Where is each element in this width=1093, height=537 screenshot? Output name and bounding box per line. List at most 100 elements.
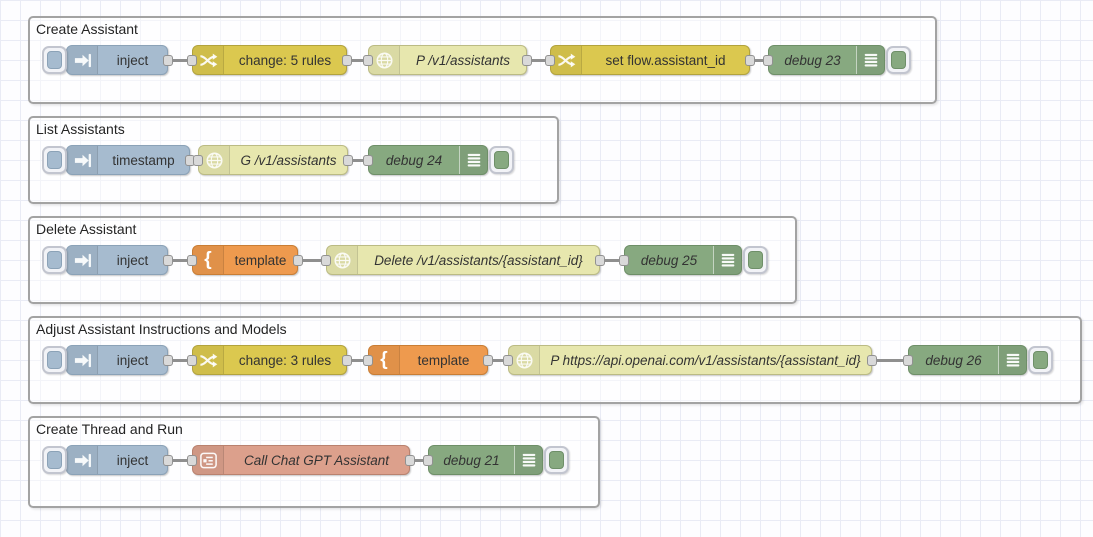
output-port[interactable]: [483, 354, 493, 366]
debug-toggle-button[interactable]: [544, 446, 569, 474]
node-inject[interactable]: inject: [66, 345, 168, 375]
output-port[interactable]: [342, 354, 352, 366]
output-port[interactable]: [522, 54, 532, 66]
debug-toggle-inner: [748, 251, 763, 269]
debug-toggle-inner: [494, 151, 509, 169]
input-port[interactable]: [503, 354, 513, 366]
input-port[interactable]: [903, 354, 913, 366]
node-inject[interactable]: inject: [66, 45, 168, 75]
node-debug[interactable]: debug 23: [768, 45, 885, 75]
node-debug[interactable]: debug 26: [908, 345, 1027, 375]
output-port[interactable]: [163, 54, 173, 66]
node-label: set flow.assistant_id: [605, 52, 726, 68]
node-label: template: [417, 352, 470, 368]
output-port[interactable]: [595, 254, 605, 266]
group-title: Delete Assistant: [36, 221, 137, 237]
node-label: debug 24: [385, 152, 443, 168]
debug-toggle-button[interactable]: [743, 246, 768, 274]
output-port[interactable]: [163, 354, 173, 366]
debug-toggle-button[interactable]: [1028, 346, 1053, 374]
node-label: inject: [116, 352, 149, 368]
debug-toggle-inner: [549, 451, 564, 469]
node-label: P https://api.openai.com/v1/assistants/{…: [550, 352, 861, 368]
input-port[interactable]: [187, 254, 197, 266]
node-debug[interactable]: debug 25: [624, 245, 742, 275]
inject-button[interactable]: [42, 346, 67, 374]
node-debug[interactable]: debug 21: [428, 445, 543, 475]
curly-brace-icon: {: [193, 246, 224, 274]
input-port[interactable]: [619, 254, 629, 266]
input-port[interactable]: [423, 454, 433, 466]
debug-list-icon: [459, 146, 487, 174]
input-port[interactable]: [363, 354, 373, 366]
globe-icon: [509, 346, 540, 374]
inject-button[interactable]: [42, 46, 67, 74]
input-port[interactable]: [545, 54, 555, 66]
output-port[interactable]: [293, 254, 303, 266]
debug-toggle-button[interactable]: [489, 146, 514, 174]
node-label: Delete /v1/assistants/{assistant_id}: [374, 252, 583, 268]
input-port[interactable]: [187, 54, 197, 66]
output-port[interactable]: [343, 154, 353, 166]
subflow-icon: [193, 446, 224, 474]
node-label: inject: [116, 252, 149, 268]
node-debug[interactable]: debug 24: [368, 145, 488, 175]
inject-button-inner: [47, 351, 62, 369]
node-label: change: 3 rules: [238, 352, 332, 368]
shuffle-icon: [193, 346, 224, 374]
output-port[interactable]: [745, 54, 755, 66]
inject-button-inner: [47, 151, 62, 169]
inject-button-inner: [47, 451, 62, 469]
node-http-request[interactable]: P https://api.openai.com/v1/assistants/{…: [508, 345, 872, 375]
inject-icon: [67, 446, 98, 474]
node-change[interactable]: set flow.assistant_id: [550, 45, 750, 75]
debug-toggle-button[interactable]: [886, 46, 911, 74]
input-port[interactable]: [763, 54, 773, 66]
inject-icon: [67, 146, 98, 174]
shuffle-icon: [551, 46, 582, 74]
node-inject[interactable]: inject: [66, 445, 168, 475]
debug-toggle-inner: [1033, 351, 1048, 369]
input-port[interactable]: [321, 254, 331, 266]
node-change[interactable]: change: 3 rules: [192, 345, 347, 375]
output-port[interactable]: [163, 454, 173, 466]
node-change[interactable]: change: 5 rules: [192, 45, 347, 75]
node-http-request[interactable]: Delete /v1/assistants/{assistant_id}: [326, 245, 600, 275]
node-label: change: 5 rules: [238, 52, 332, 68]
input-port[interactable]: [187, 454, 197, 466]
inject-button[interactable]: [42, 246, 67, 274]
inject-button[interactable]: [42, 146, 67, 174]
node-label: debug 21: [443, 452, 500, 468]
node-inject[interactable]: inject: [66, 245, 168, 275]
input-port[interactable]: [363, 154, 373, 166]
node-template[interactable]: { template: [368, 345, 488, 375]
input-port[interactable]: [187, 354, 197, 366]
node-label: template: [234, 252, 287, 268]
debug-list-icon: [998, 346, 1026, 374]
node-http-request[interactable]: G /v1/assistants: [198, 145, 348, 175]
node-inject[interactable]: timestamp: [66, 145, 190, 175]
output-port[interactable]: [163, 254, 173, 266]
output-port[interactable]: [342, 54, 352, 66]
output-port[interactable]: [405, 454, 415, 466]
node-template[interactable]: { template: [192, 245, 298, 275]
inject-button[interactable]: [42, 446, 67, 474]
output-port[interactable]: [867, 354, 877, 366]
shuffle-icon: [193, 46, 224, 74]
node-subflow[interactable]: Call Chat GPT Assistant: [192, 445, 410, 475]
debug-toggle-inner: [891, 51, 906, 69]
inject-button-inner: [47, 251, 62, 269]
inject-button-inner: [47, 51, 62, 69]
node-label: P /v1/assistants: [415, 52, 511, 68]
input-port[interactable]: [193, 154, 203, 166]
inject-icon: [67, 46, 98, 74]
globe-icon: [369, 46, 400, 74]
node-label: inject: [116, 52, 149, 68]
flow-canvas[interactable]: Create Assistant inject change: 5 rules P /…: [0, 0, 1093, 537]
globe-icon: [199, 146, 230, 174]
group-title: List Assistants: [36, 121, 125, 137]
input-port[interactable]: [363, 54, 373, 66]
curly-brace-icon: {: [369, 346, 400, 374]
node-http-request[interactable]: P /v1/assistants: [368, 45, 527, 75]
node-label: debug 26: [925, 352, 982, 368]
